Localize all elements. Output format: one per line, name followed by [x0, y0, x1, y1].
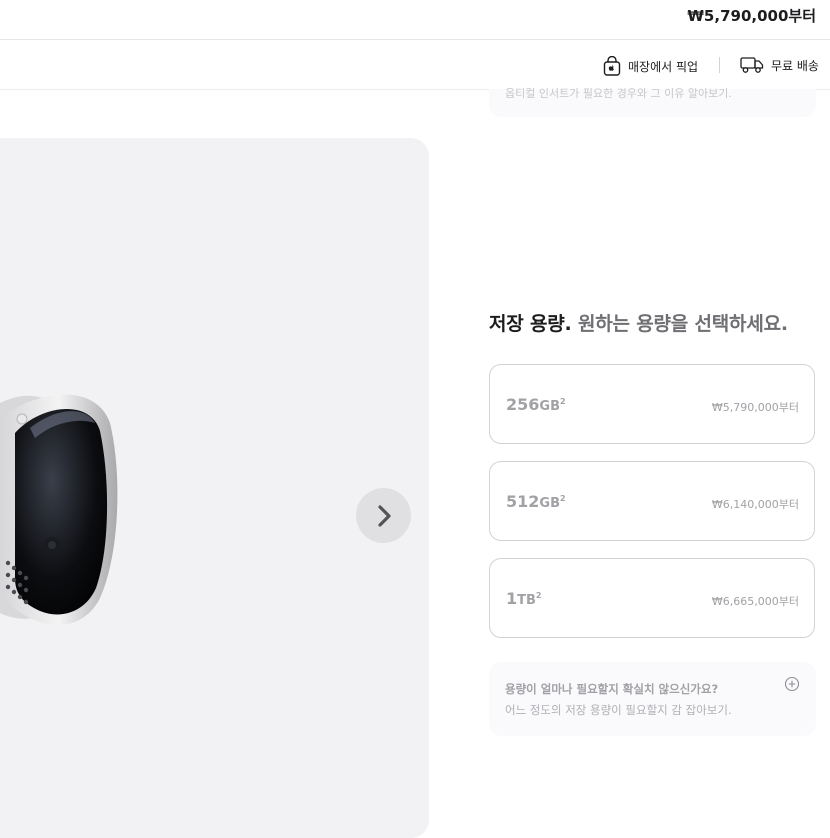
- optical-insert-text[interactable]: 옵티컬 인서트가 필요한 경우와 그 이유 알아보기.: [505, 85, 732, 101]
- storage-help-answer: 어느 정도의 저장 용량이 필요할지 감 잡아보기.: [505, 703, 732, 717]
- optical-insert-note: 옵티컬 인서트가 필요한 경우와 그 이유 알아보기.: [489, 87, 816, 117]
- plus-circle-icon[interactable]: [784, 676, 800, 692]
- storage-capacity: 512GB2: [506, 492, 566, 511]
- divider: [719, 57, 720, 73]
- shipping-link[interactable]: 무료 배송: [740, 56, 819, 74]
- shipping-label: 무료 배송: [771, 58, 819, 73]
- storage-help-box: 용량이 얼마나 필요할지 확실치 않으신가요? 어느 정도의 저장 용량이 필요…: [489, 662, 816, 736]
- price-header: ₩5,790,000부터: [0, 0, 830, 40]
- truck-icon: [740, 57, 764, 73]
- storage-option-256gb[interactable]: 256GB2 ₩5,790,000부터: [489, 364, 815, 444]
- storage-heading-strong: 저장 용량.: [489, 313, 572, 335]
- storage-price: ₩5,790,000부터: [711, 401, 799, 414]
- storage-capacity: 1TB2: [506, 589, 542, 608]
- product-gallery: [0, 138, 429, 838]
- apple-bag-icon: [603, 56, 621, 76]
- pickup-link[interactable]: 매장에서 픽업: [603, 56, 698, 76]
- storage-price: ₩6,140,000부터: [711, 498, 799, 511]
- gallery-next-button[interactable]: [356, 488, 411, 543]
- storage-heading-muted: 원하는 용량을 선택하세요.: [577, 313, 788, 335]
- fulfillment-bar: 매장에서 픽업 무료 배송: [0, 40, 830, 90]
- storage-option-1tb[interactable]: 1TB2 ₩6,665,000부터: [489, 558, 815, 638]
- pickup-label: 매장에서 픽업: [628, 59, 699, 74]
- header-price: ₩5,790,000부터: [687, 7, 816, 25]
- storage-price: ₩6,665,000부터: [711, 595, 799, 608]
- storage-capacity: 256GB2: [506, 395, 566, 414]
- chevron-right-icon: [377, 504, 391, 527]
- storage-option-512gb[interactable]: 512GB2 ₩6,140,000부터: [489, 461, 815, 541]
- storage-help-question: 용량이 얼마나 필요할지 확실치 않으신가요?: [505, 682, 719, 696]
- vision-headset-image: [0, 394, 118, 626]
- storage-heading: 저장 용량. 원하는 용량을 선택하세요.: [489, 309, 788, 336]
